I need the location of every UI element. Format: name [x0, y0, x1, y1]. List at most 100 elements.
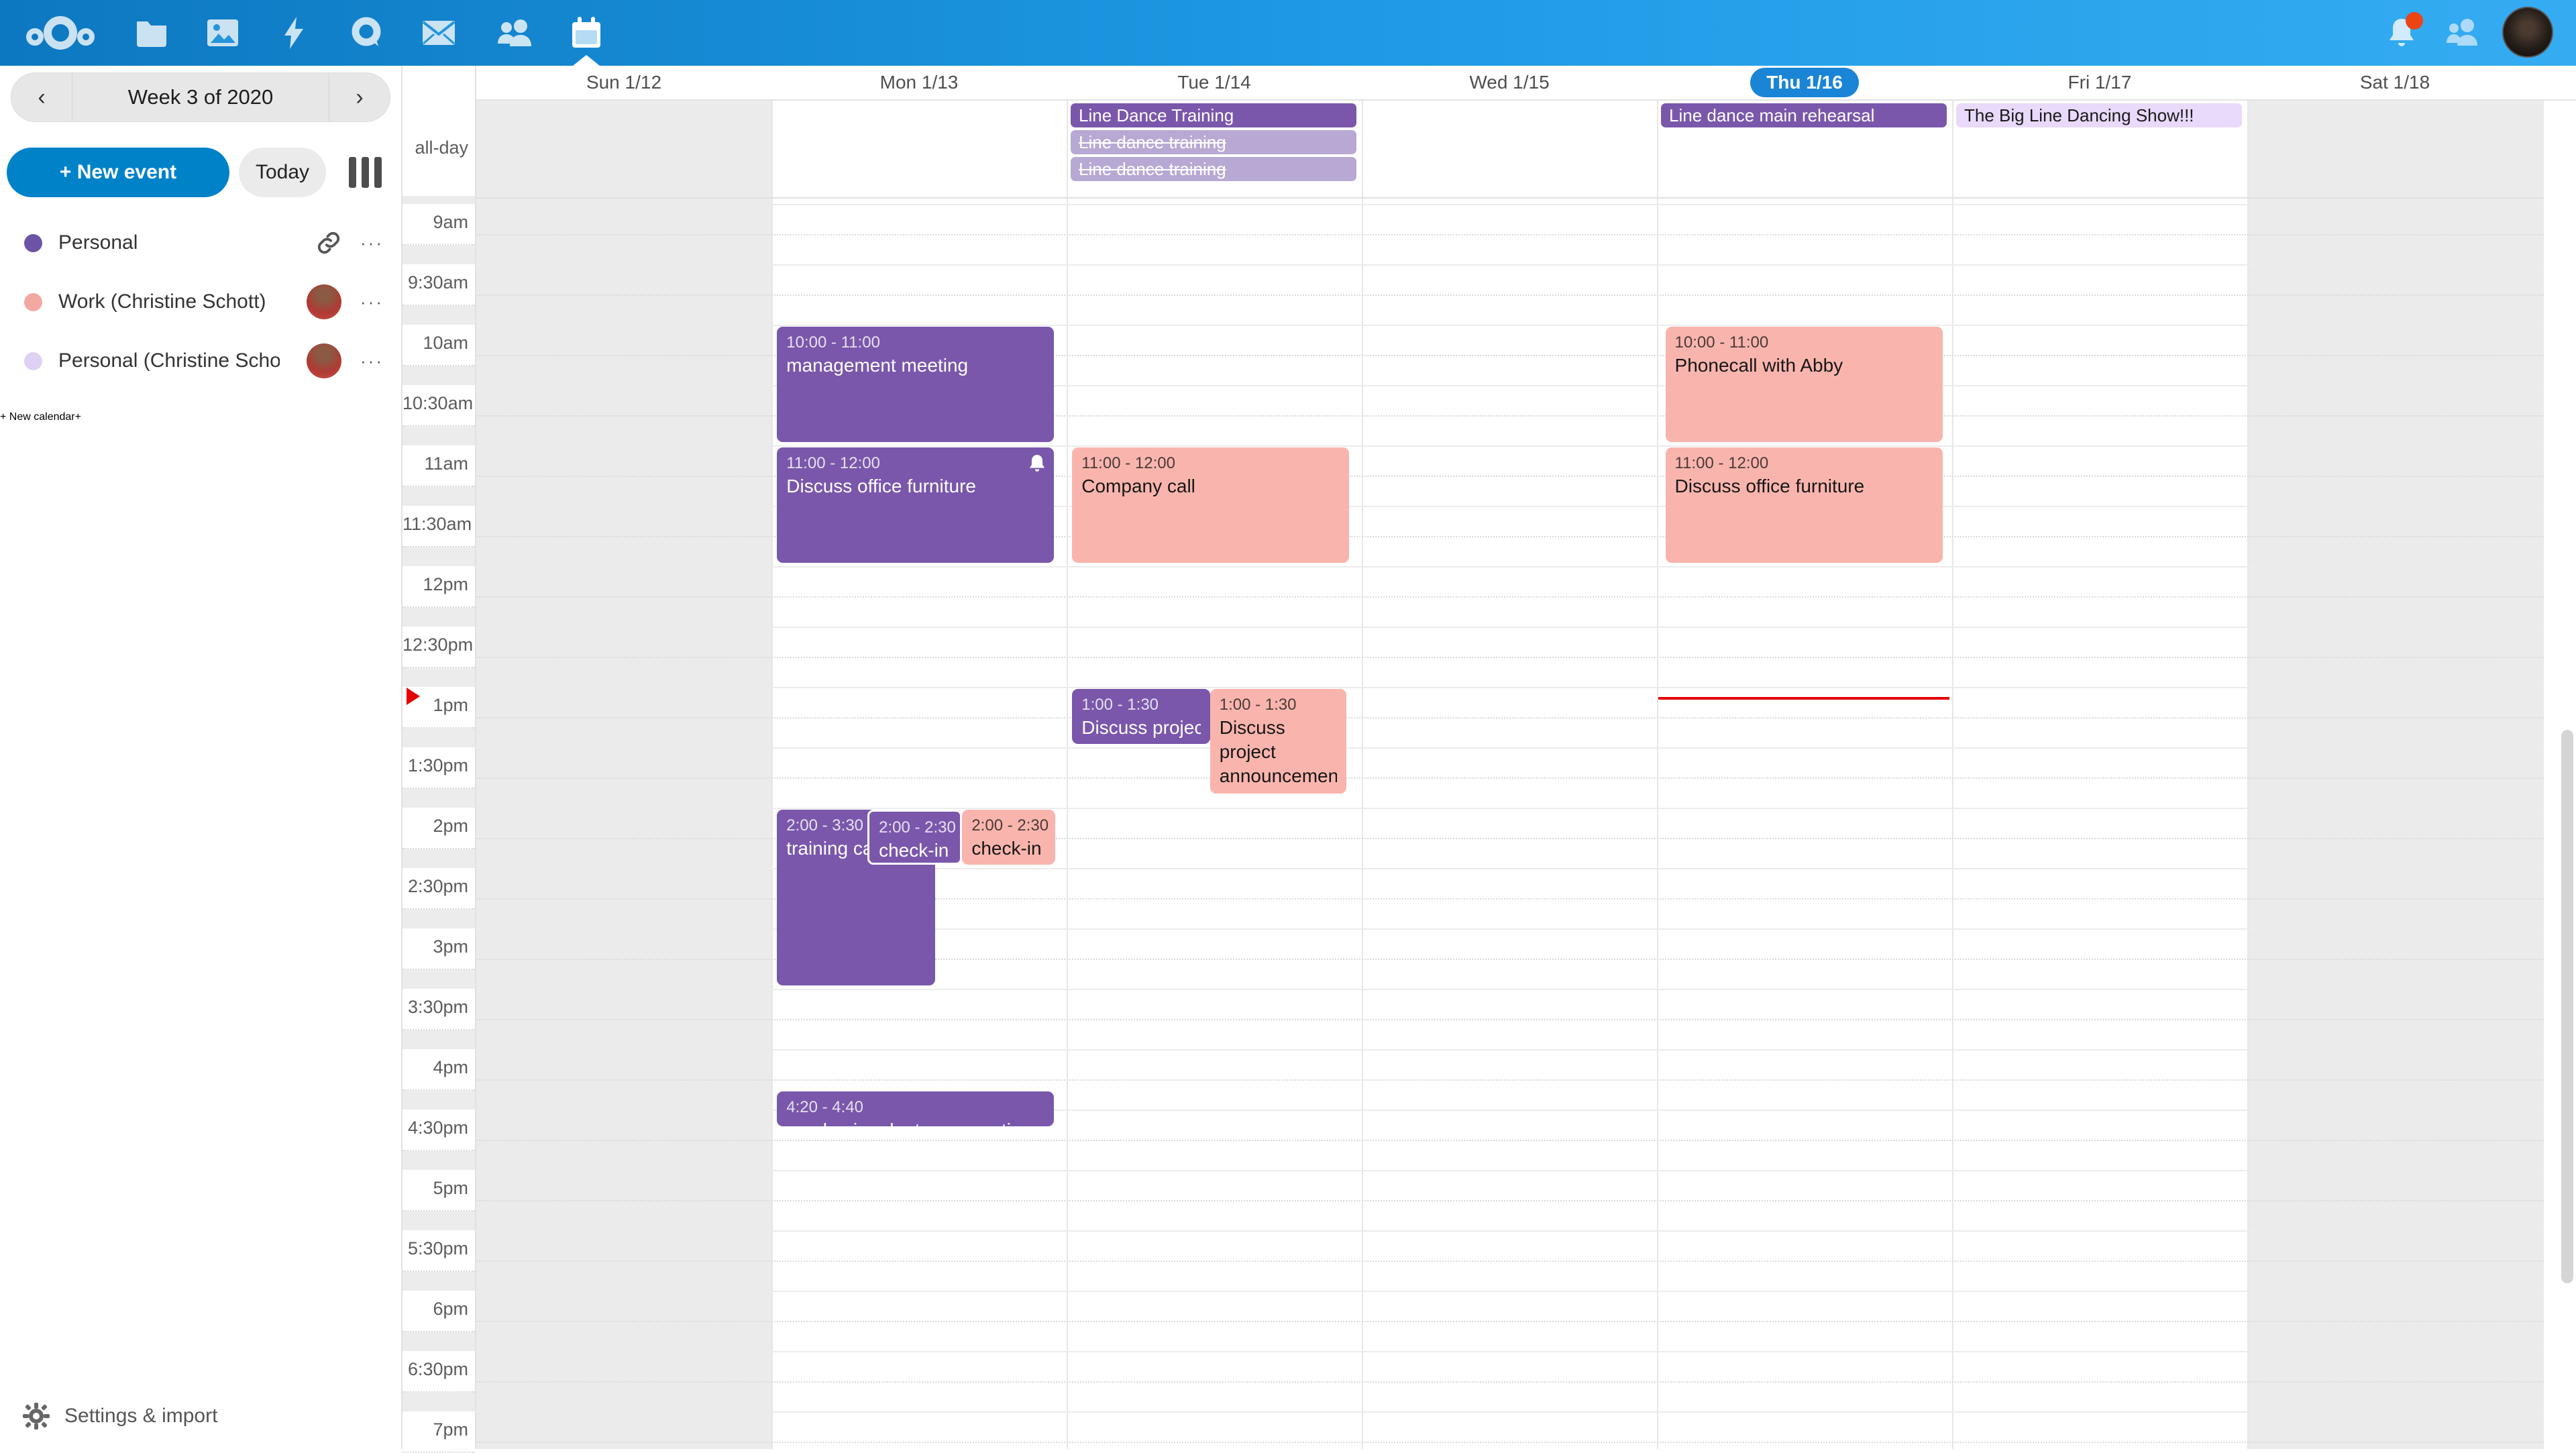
all-day-event[interactable]: Line dance training — [1071, 130, 1356, 154]
quarter-hour-line — [476, 596, 2544, 598]
time-label: 3pm — [402, 928, 475, 970]
today-button[interactable]: Today — [239, 148, 326, 197]
day-header[interactable]: Wed 1/15 — [1362, 66, 1657, 99]
event[interactable]: 11:00 - 12:00Discuss office furniture — [1666, 447, 1943, 563]
day-header[interactable]: Mon 1/13 — [771, 66, 1067, 99]
quarter-hour-line — [476, 1381, 2544, 1383]
calendar-list-item[interactable]: Personal ··· — [0, 213, 401, 272]
contacts-menu-button[interactable] — [2430, 0, 2494, 66]
quarter-hour-line — [476, 1019, 2544, 1020]
scrollbar-track[interactable] — [2544, 101, 2576, 1449]
new-calendar-button[interactable]: + New calendar+ — [0, 390, 401, 444]
day-header[interactable]: Thu 1/16 — [1657, 66, 1952, 99]
all-day-event[interactable]: Line dance training — [1071, 157, 1356, 181]
next-week-button[interactable]: › — [329, 85, 390, 111]
time-label: 3:30pm — [402, 989, 475, 1030]
current-time-marker — [407, 688, 420, 705]
event[interactable]: 4:20 - 4:40purchasing dept conversation — [777, 1091, 1054, 1126]
calendar-icon — [571, 17, 602, 49]
quarter-hour-line — [476, 294, 2544, 296]
event-time: 4:20 - 4:40 — [786, 1097, 1044, 1118]
app-photos[interactable] — [191, 0, 255, 66]
event-title: Company call — [1081, 474, 1340, 498]
new-event-button[interactable]: + New event — [7, 148, 229, 197]
quarter-hour-line — [476, 657, 2544, 658]
notification-badge — [2406, 12, 2423, 30]
half-hour-line — [476, 204, 2544, 205]
day-header[interactable]: Fri 1/17 — [1952, 66, 2247, 99]
top-bar — [0, 0, 2576, 66]
files-icon — [136, 19, 168, 47]
time-label: 7pm — [402, 1411, 475, 1453]
event[interactable]: 2:00 - 2:30check-in — [867, 810, 962, 865]
view-switcher-button[interactable] — [349, 157, 389, 189]
gear-icon — [23, 1403, 50, 1430]
user-avatar[interactable] — [2502, 7, 2553, 58]
new-calendar-label: + New calendar — [0, 411, 75, 423]
contacts-menu-icon — [2445, 17, 2479, 48]
app-activity[interactable] — [262, 0, 326, 66]
header-divider — [476, 99, 2576, 101]
event-title: management meeting — [786, 354, 1044, 378]
notifications-button[interactable] — [2369, 0, 2434, 66]
event-title: check-in — [971, 837, 1046, 861]
half-hour-line — [476, 989, 2544, 990]
half-hour-line — [476, 1411, 2544, 1413]
calendar-name: Personal — [58, 231, 138, 254]
half-hour-line — [476, 1170, 2544, 1171]
time-label: 5pm — [402, 1170, 475, 1212]
event-time: 11:00 - 12:00 — [786, 453, 1044, 474]
half-hour-line — [476, 1230, 2544, 1232]
new-calendar-plus-icon[interactable]: + — [75, 411, 81, 423]
share-link-icon[interactable] — [316, 230, 341, 256]
event-time: 2:00 - 2:30 — [879, 817, 951, 839]
quarter-hour-line — [476, 1321, 2544, 1322]
mail-icon — [422, 20, 455, 46]
time-label: 9am — [402, 204, 475, 246]
weekend-shading — [2247, 101, 2544, 1449]
time-label: 10am — [402, 325, 475, 366]
half-hour-line — [476, 445, 2544, 447]
event[interactable]: 11:00 - 12:00Discuss office furniture — [777, 447, 1054, 563]
app-calendar[interactable] — [554, 0, 619, 66]
settings-import-button[interactable]: Settings & import — [0, 1393, 401, 1440]
scrollbar-thumb[interactable] — [2561, 730, 2573, 1283]
calendar-menu-button[interactable]: ··· — [360, 233, 384, 254]
event[interactable]: 10:00 - 11:00management meeting — [777, 327, 1054, 442]
half-hour-line — [476, 1291, 2544, 1292]
time-label: 11am — [402, 445, 475, 487]
all-day-event[interactable]: Line Dance Training — [1071, 103, 1356, 127]
event[interactable]: 1:00 - 1:30Discuss project announcement — [1072, 689, 1210, 744]
event[interactable]: 2:00 - 2:30check-in — [962, 810, 1055, 865]
all-day-event[interactable]: Line dance main rehearsal — [1661, 103, 1947, 127]
time-label: 2pm — [402, 808, 475, 849]
calendar-list-item[interactable]: Personal (Christine Scho...··· — [0, 331, 401, 390]
column-divider — [1362, 101, 1363, 1449]
app-files[interactable] — [119, 0, 184, 66]
event-time: 2:00 - 2:30 — [971, 815, 1046, 837]
column-divider — [2247, 101, 2249, 1449]
all-day-event[interactable]: The Big Line Dancing Show!!! — [1956, 103, 2242, 127]
calendar-list-item[interactable]: Work (Christine Schott)··· — [0, 272, 401, 331]
event[interactable]: 1:00 - 1:30Discuss project announcement — [1210, 689, 1346, 794]
calendar-menu-button[interactable]: ··· — [360, 292, 384, 313]
day-header[interactable]: Tue 1/14 — [1067, 66, 1362, 99]
nextcloud-logo[interactable] — [20, 0, 101, 66]
previous-week-button[interactable]: ‹ — [11, 85, 72, 111]
photos-icon — [207, 19, 239, 47]
app-contacts[interactable] — [482, 0, 546, 66]
app-mail[interactable] — [407, 0, 471, 66]
time-label: 4:30pm — [402, 1110, 475, 1151]
calendar-menu-button[interactable]: ··· — [360, 351, 384, 372]
shared-by-avatar — [307, 284, 341, 319]
active-app-pointer — [573, 55, 600, 66]
day-header[interactable]: Sun 1/12 — [476, 66, 771, 99]
event[interactable]: 11:00 - 12:00Company call — [1072, 447, 1349, 563]
event[interactable]: 10:00 - 11:00Phonecall with Abby — [1666, 327, 1943, 442]
app-talk[interactable] — [334, 0, 398, 66]
half-hour-line — [476, 687, 2544, 688]
view-bar — [362, 157, 369, 188]
week-label[interactable]: Week 3 of 2020 — [72, 73, 329, 121]
day-header[interactable]: Sat 1/18 — [2247, 66, 2542, 99]
event-time: 11:00 - 12:00 — [1081, 453, 1340, 474]
